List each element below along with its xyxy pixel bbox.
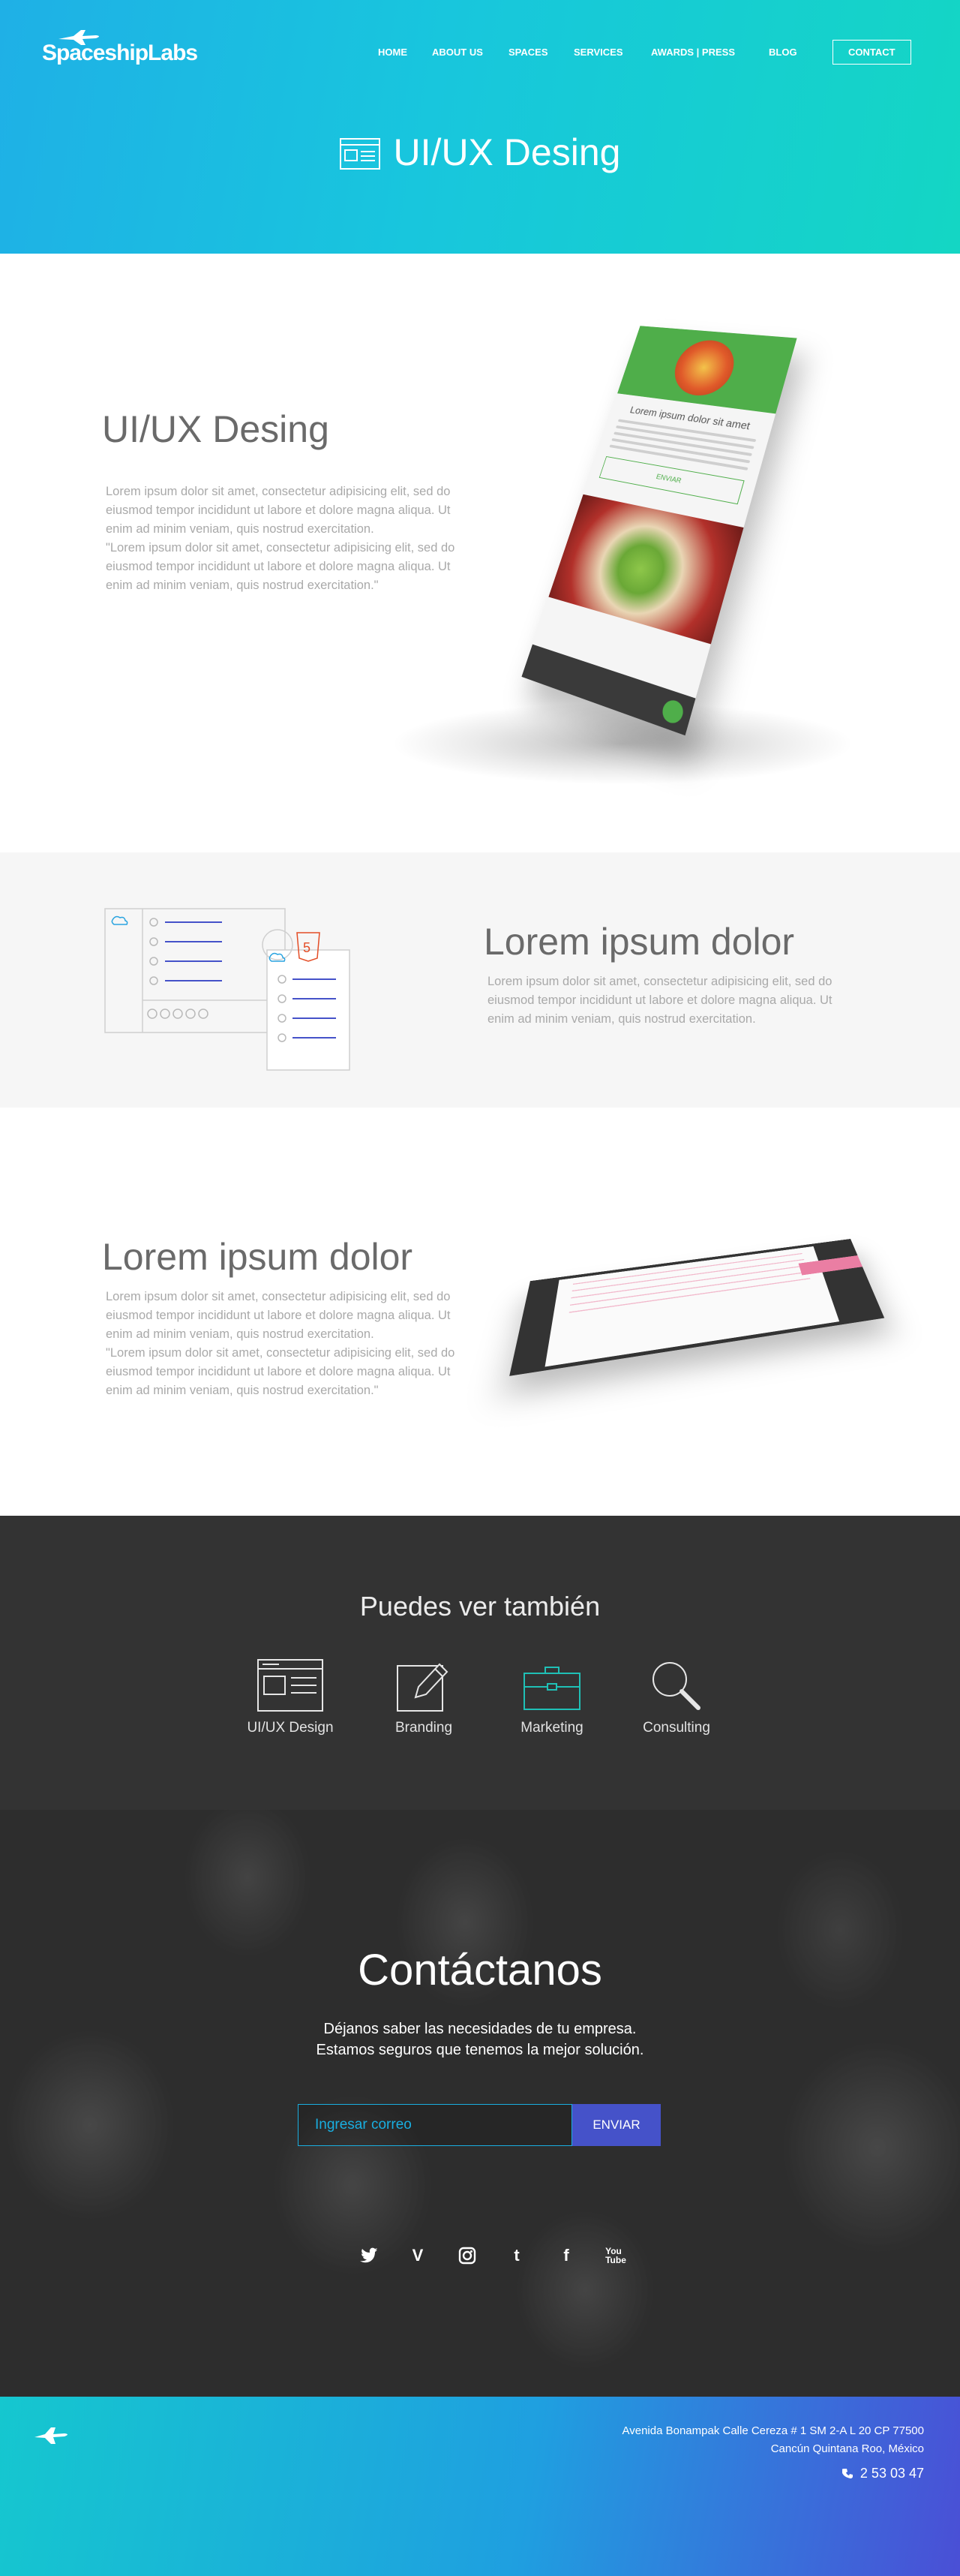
spaceship-icon[interactable]: [32, 2425, 72, 2446]
address-line-2: Cancún Quintana Roo, México: [770, 2442, 924, 2455]
text-line: "Lorem ipsum dolor sit amet, consectetur…: [106, 541, 455, 555]
section-lorem-2: Lorem ipsum dolor Lorem ipsum dolor sit …: [0, 1108, 960, 1516]
section-lorem-1-title: Lorem ipsum dolor: [484, 921, 795, 963]
text-line: enim ad minim veniam, quis nostrud exerc…: [106, 1327, 374, 1341]
section-lorem-2-text: Lorem ipsum dolor sit amet, consectetur …: [106, 1288, 481, 1400]
text-line: enim ad minim veniam, quis nostrud exerc…: [106, 1384, 379, 1397]
phone-number: 2 53 03 47: [860, 2466, 924, 2481]
contact-button[interactable]: CONTACT: [832, 40, 911, 65]
facebook-icon[interactable]: f: [554, 2244, 578, 2268]
text-line: eiusmod tempor incididunt ut labore et d…: [106, 503, 451, 517]
vimeo-icon[interactable]: V: [406, 2244, 430, 2268]
hero-title-text: UI/UX Desing: [393, 131, 621, 173]
service-consulting-label: Consulting: [643, 1720, 710, 1736]
footer-phone[interactable]: 2 53 03 47: [842, 2466, 924, 2481]
text-line: enim ad minim veniam, quis nostrud exerc…: [488, 1012, 756, 1026]
social-links: V t f You Tube: [356, 2244, 628, 2268]
site-footer: Avenida Bonampak Calle Cereza # 1 SM 2-A…: [0, 2397, 960, 2576]
restaurant-logo: [668, 338, 741, 399]
magnifier-icon: [652, 1662, 700, 1710]
contact-subtitle: Déjanos saber las necesidades de tu empr…: [0, 2018, 960, 2060]
text-line: eiusmod tempor incididunt ut labore et d…: [106, 1365, 451, 1378]
nav-services[interactable]: SERVICES: [574, 47, 623, 58]
hero-title: UI/UX Desing: [0, 131, 960, 174]
nav-blog[interactable]: BLOG: [769, 47, 797, 58]
layout-icon: [339, 138, 380, 170]
nav-spaces[interactable]: SPACES: [508, 47, 548, 58]
instagram-icon[interactable]: [455, 2244, 479, 2268]
see-also-section: Puedes ver también UI/UX Design Branding…: [0, 1516, 960, 1810]
text-line: "Lorem ipsum dolor sit amet, consectetur…: [106, 1346, 455, 1360]
submit-button[interactable]: ENVIAR: [572, 2104, 661, 2146]
share-icon: [659, 697, 686, 726]
text-line: enim ad minim veniam, quis nostrud exerc…: [106, 522, 374, 536]
service-uiux-label: UI/UX Design: [247, 1720, 334, 1736]
text-line: enim ad minim veniam, quis nostrud exerc…: [106, 579, 379, 592]
nav-awards-press[interactable]: AWARDS | PRESS: [651, 47, 735, 58]
hero-header: SpaceshipLabs HOME ABOUT US SPACES SERVI…: [0, 0, 960, 254]
text-line: Lorem ipsum dolor sit amet, consectetur …: [106, 1290, 451, 1303]
contact-subtitle-line: Déjanos saber las necesidades de tu empr…: [323, 2021, 637, 2037]
address-line-1: Avenida Bonampak Calle Cereza # 1 SM 2-A…: [622, 2424, 924, 2437]
pen-icon: [397, 1663, 448, 1712]
contact-section: Contáctanos Déjanos saber las necesidade…: [0, 1810, 960, 2397]
nav-about-us[interactable]: ABOUT US: [432, 47, 483, 58]
spaceship-icon: [58, 30, 99, 45]
html5-icon: 5: [303, 940, 310, 955]
phone-shadow: [390, 702, 855, 785]
section-lorem-1: 5 Lorem ipsum dolor Lorem ipsum dolor si…: [0, 852, 960, 1108]
html5-wireframe-illustration: 5: [104, 908, 350, 1071]
contact-title: Contáctanos: [358, 1946, 602, 1994]
briefcase-icon: [524, 1667, 580, 1710]
service-consulting[interactable]: Consulting: [616, 1658, 736, 1736]
section-uiux-title: UI/UX Desing: [102, 408, 329, 450]
newsletter-form: ENVIAR: [298, 2104, 661, 2146]
tablet-screen: [544, 1246, 840, 1367]
service-branding-label: Branding: [394, 1720, 453, 1736]
service-marketing[interactable]: Marketing: [492, 1658, 612, 1736]
service-uiux[interactable]: UI/UX Design: [230, 1658, 350, 1736]
text-line: Lorem ipsum dolor sit amet, consectetur …: [488, 975, 832, 988]
contact-subtitle-line: Estamos seguros que tenemos la mejor sol…: [316, 2042, 644, 2058]
service-marketing-label: Marketing: [520, 1720, 584, 1736]
text-line: eiusmod tempor incididunt ut labore et d…: [488, 993, 832, 1007]
brand-logo[interactable]: SpaceshipLabs: [42, 30, 198, 66]
see-also-title: Puedes ver también: [359, 1591, 601, 1622]
tablet-mockup: [509, 1239, 885, 1376]
phone-icon: [842, 2468, 853, 2478]
text-line: Lorem ipsum dolor sit amet, consectetur …: [106, 485, 451, 498]
twitter-icon[interactable]: [356, 2244, 380, 2268]
section-uiux-text: Lorem ipsum dolor sit amet, consectetur …: [106, 482, 481, 595]
section-lorem-2-title: Lorem ipsum dolor: [102, 1236, 413, 1278]
section-lorem-1-text: Lorem ipsum dolor sit amet, consectetur …: [488, 972, 862, 1029]
footer-address: Avenida Bonampak Calle Cereza # 1 SM 2-A…: [622, 2422, 924, 2458]
youtube-icon[interactable]: You Tube: [604, 2244, 628, 2268]
layout-icon: [257, 1659, 323, 1712]
text-line: eiusmod tempor incididunt ut labore et d…: [106, 1309, 451, 1322]
tumblr-icon[interactable]: t: [505, 2244, 529, 2268]
service-branding[interactable]: Branding: [364, 1658, 484, 1736]
email-input[interactable]: [298, 2104, 572, 2146]
text-line: eiusmod tempor incididunt ut labore et d…: [106, 560, 451, 573]
nav-home[interactable]: HOME: [378, 47, 407, 58]
